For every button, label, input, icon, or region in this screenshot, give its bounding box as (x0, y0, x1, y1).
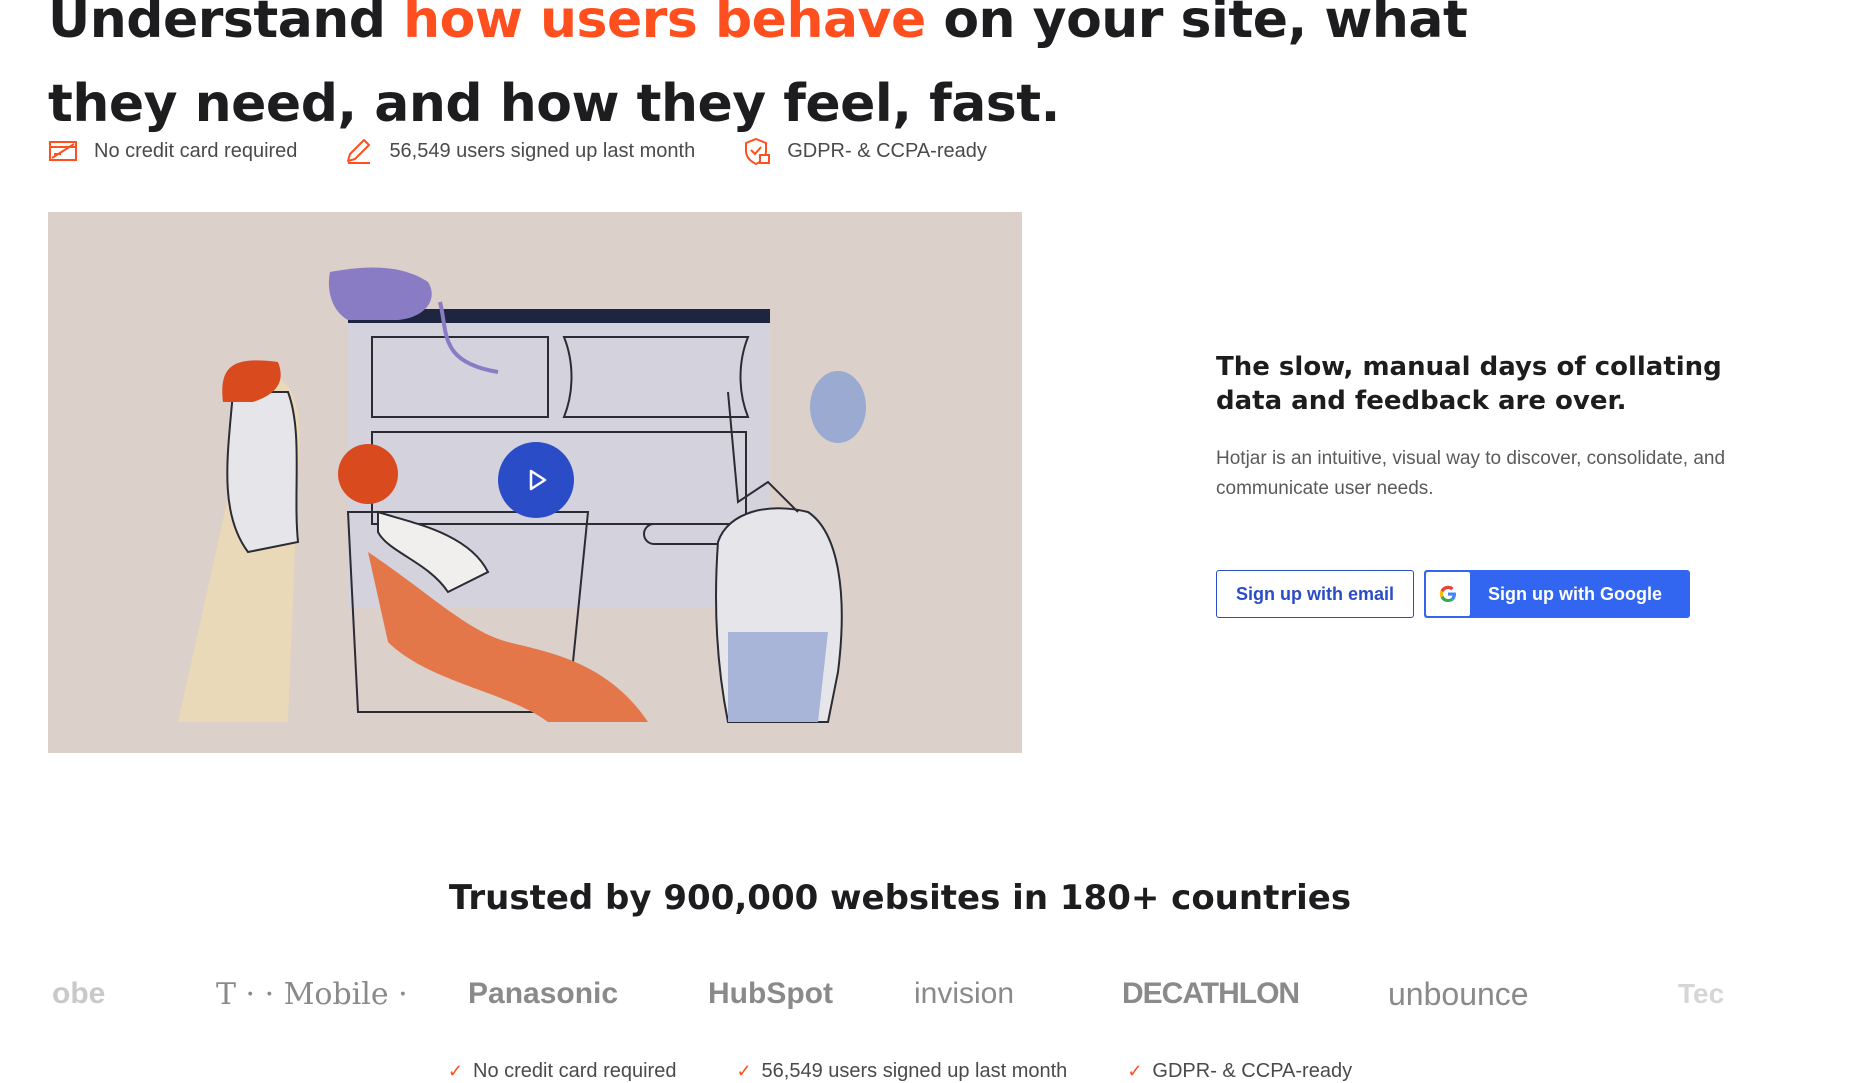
badge-signups: 56,549 users signed up last month (343, 136, 695, 166)
logo-decathlon: DECATHLON (1122, 977, 1300, 1010)
badge-label: No credit card required (94, 139, 298, 162)
hero-title-part1: Understand (48, 0, 404, 50)
logo-hubspot: HubSpot (708, 977, 833, 1010)
badge-no-credit-card: No credit card required (48, 136, 297, 166)
play-button[interactable] (498, 442, 574, 518)
badge-label: GDPR- & CCPA-ready (787, 139, 987, 162)
customer-logos: obe T · · Mobile · Panasonic HubSpot inv… (48, 966, 1748, 1022)
shield-lock-icon (745, 137, 771, 166)
trusted-heading: Trusted by 900,000 websites in 180+ coun… (448, 878, 1352, 918)
promo-video[interactable] (48, 212, 1022, 753)
signup-email-button[interactable]: Sign up with email (1216, 570, 1415, 618)
trust-badges: No credit card required 56,549 users sig… (48, 136, 1033, 166)
signup-heading: The slow, manual days of collating data … (1216, 352, 1722, 416)
check-icon: ✓ (447, 1061, 464, 1081)
signup-google-button[interactable]: Sign up with Google (1424, 570, 1690, 618)
logo-unbounce: unbounce (1388, 975, 1529, 1012)
logo-adobe: obe (52, 977, 106, 1010)
signup-google-label: Sign up with Google (1488, 583, 1662, 604)
signup-buttons: Sign up with email Sign up with Google (1216, 570, 1776, 618)
credit-card-icon (49, 141, 77, 161)
logo-tmobile: T · · Mobile · (216, 976, 408, 1012)
signup-description: Hotjar is an intuitive, visual way to di… (1216, 448, 1726, 499)
check-icon: ✓ (736, 1061, 752, 1081)
logo-panasonic: Panasonic (468, 977, 619, 1010)
hero-title: Understand how users behave on your site… (48, 0, 1548, 146)
logo-tech: Tec (1678, 978, 1725, 1009)
hero-title-accent: how users behave (403, 0, 926, 50)
check-icon: ✓ (1127, 1061, 1143, 1081)
play-icon (529, 469, 547, 491)
badge-gdpr: GDPR- & CCPA-ready (741, 136, 987, 166)
pencil-icon (347, 139, 371, 164)
signup-panel: The slow, manual days of collating data … (1216, 350, 1776, 618)
badge-label: 56,549 users signed up last month (389, 139, 696, 162)
logo-invision: invision (914, 977, 1015, 1010)
google-icon (1426, 572, 1471, 616)
